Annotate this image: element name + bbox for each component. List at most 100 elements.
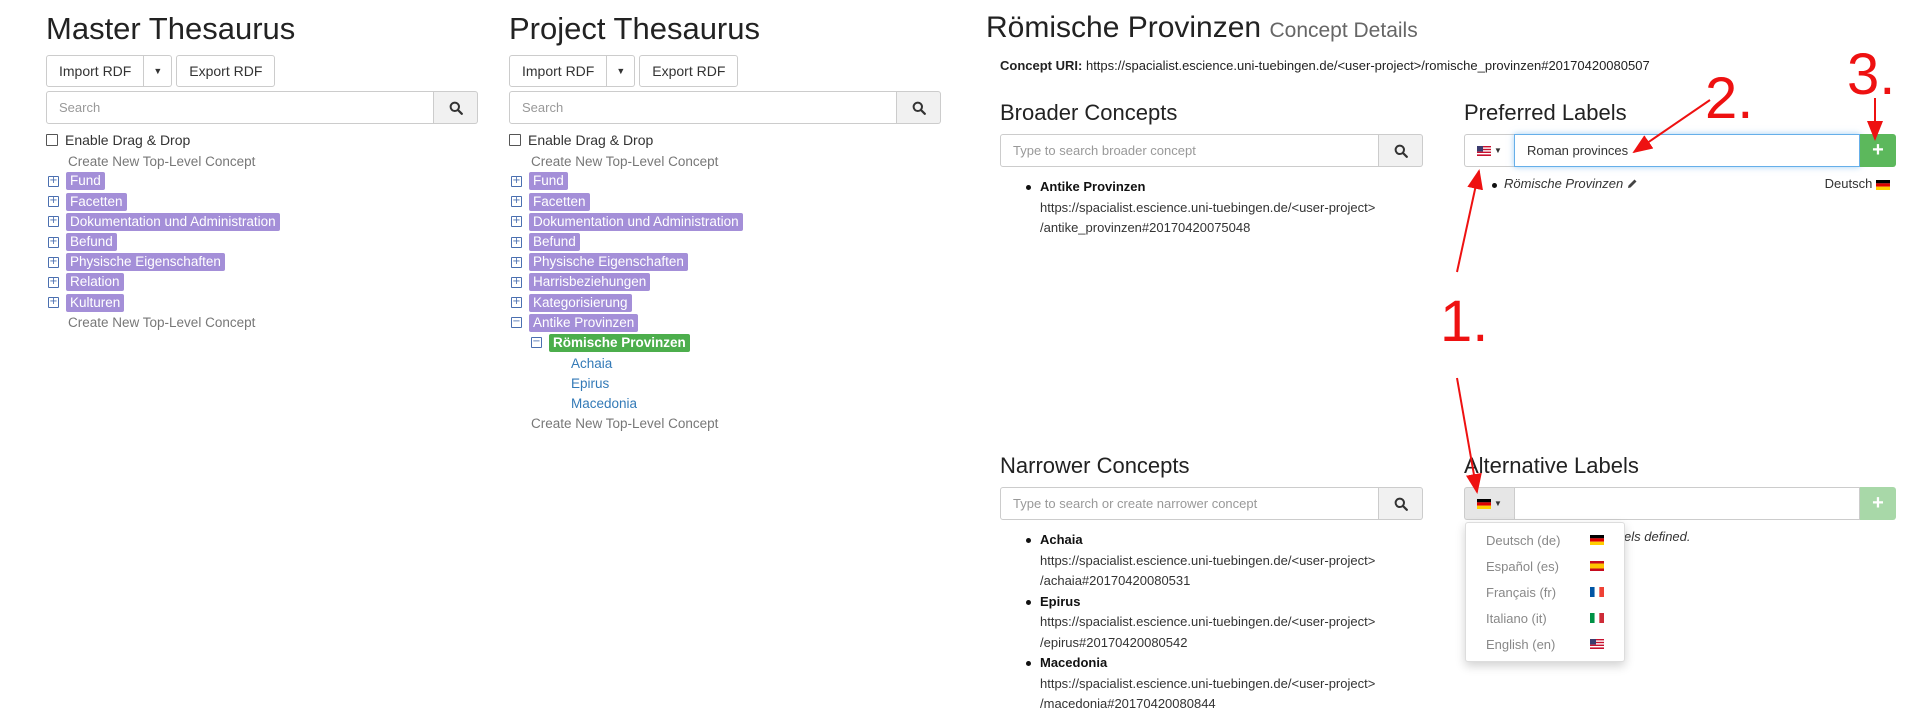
- master-search-button[interactable]: [434, 91, 478, 125]
- preferred-label-text[interactable]: Römische Provinzen: [1490, 176, 1638, 191]
- tree-node[interactable]: + Dokumentation und Administration: [509, 212, 941, 232]
- language-option-fr[interactable]: Français (fr): [1466, 579, 1624, 605]
- broader-item-name[interactable]: Antike Provinzen: [1040, 177, 1423, 198]
- selected-node-label[interactable]: Römische Provinzen: [549, 333, 690, 352]
- tree-node[interactable]: + Befund: [46, 232, 478, 252]
- master-drag-drop-checkbox[interactable]: [46, 134, 58, 147]
- tree-node[interactable]: + Fund: [509, 171, 941, 191]
- tree-leaf[interactable]: Achaia: [509, 353, 941, 373]
- tree-node[interactable]: + Harrisbeziehungen: [509, 272, 941, 292]
- expand-plus-icon[interactable]: +: [511, 216, 522, 228]
- expand-plus-icon[interactable]: +: [48, 236, 59, 248]
- expand-plus-icon[interactable]: +: [48, 196, 59, 208]
- master-tree: Create New Top-Level Concept + Fund + Face…: [46, 151, 478, 333]
- pencil-icon[interactable]: [1627, 178, 1638, 189]
- tree-leaf-label[interactable]: Epirus: [571, 376, 609, 391]
- expand-plus-icon[interactable]: +: [48, 297, 59, 309]
- tree-node-selected[interactable]: − Römische Provinzen: [509, 333, 941, 353]
- expand-plus-icon[interactable]: +: [48, 276, 59, 288]
- tree-node-label[interactable]: Dokumentation und Administration: [66, 212, 280, 231]
- list-item[interactable]: Antike Provinzen https://spacialist.esci…: [1000, 177, 1423, 239]
- list-item[interactable]: Achaia https://spacialist.escience.uni-t…: [1000, 530, 1423, 592]
- collapse-minus-icon[interactable]: −: [511, 317, 522, 329]
- alternative-language-button[interactable]: ▼: [1464, 487, 1514, 521]
- expand-plus-icon[interactable]: +: [511, 276, 522, 288]
- tree-node-label[interactable]: Physische Eigenschaften: [529, 253, 688, 272]
- narrower-search-button[interactable]: [1379, 487, 1423, 521]
- language-option-es[interactable]: Español (es): [1466, 553, 1624, 579]
- language-option-it[interactable]: Italiano (it): [1466, 605, 1624, 631]
- expand-plus-icon[interactable]: +: [511, 196, 522, 208]
- alternative-label-input[interactable]: [1514, 487, 1860, 521]
- tree-node-label[interactable]: Facetten: [529, 192, 590, 211]
- master-create-bottom-link[interactable]: Create New Top-Level Concept: [46, 315, 255, 330]
- project-import-dropdown-button[interactable]: ▼: [607, 55, 636, 88]
- master-export-button[interactable]: Export RDF: [176, 55, 276, 88]
- master-import-button[interactable]: Import RDF: [46, 55, 145, 88]
- expand-plus-icon[interactable]: +: [48, 175, 59, 187]
- narrower-item-name[interactable]: Epirus: [1040, 592, 1423, 613]
- tree-node-label[interactable]: Befund: [66, 233, 117, 252]
- master-drag-drop[interactable]: Enable Drag & Drop: [46, 131, 478, 149]
- tree-leaf[interactable]: Epirus: [509, 373, 941, 393]
- tree-node-label[interactable]: Physische Eigenschaften: [66, 253, 225, 272]
- preferred-add-button[interactable]: +: [1860, 134, 1896, 168]
- expand-plus-icon[interactable]: +: [48, 256, 59, 268]
- tree-leaf-label[interactable]: Macedonia: [571, 396, 637, 411]
- project-search-input[interactable]: [509, 91, 897, 125]
- project-drag-drop-checkbox[interactable]: [509, 134, 521, 147]
- broader-title: Broader Concepts: [1000, 100, 1178, 125]
- alternative-add-button[interactable]: +: [1860, 487, 1896, 521]
- tree-node[interactable]: + Kulturen: [46, 293, 478, 313]
- expand-plus-icon[interactable]: +: [511, 297, 522, 309]
- project-drag-drop[interactable]: Enable Drag & Drop: [509, 131, 941, 149]
- narrower-search-input[interactable]: [1000, 487, 1379, 521]
- master-import-dropdown-button[interactable]: ▼: [144, 55, 173, 88]
- preferred-label-input[interactable]: [1514, 134, 1860, 168]
- tree-node-label[interactable]: Kulturen: [66, 293, 125, 312]
- preferred-language-button[interactable]: ▼: [1464, 134, 1514, 168]
- broader-search-input[interactable]: [1000, 134, 1379, 168]
- tree-node[interactable]: + Facetten: [509, 192, 941, 212]
- tree-node[interactable]: + Physische Eigenschaften: [509, 252, 941, 272]
- tree-node[interactable]: + Dokumentation und Administration: [46, 212, 478, 232]
- list-item[interactable]: Macedonia https://spacialist.escience.un…: [1000, 653, 1423, 715]
- expand-plus-icon[interactable]: +: [511, 175, 522, 187]
- project-create-top-link[interactable]: Create New Top-Level Concept: [509, 154, 718, 169]
- tree-node-label[interactable]: Befund: [529, 233, 580, 252]
- expand-plus-icon[interactable]: +: [511, 236, 522, 248]
- tree-node-label[interactable]: Dokumentation und Administration: [529, 212, 743, 231]
- tree-node-label[interactable]: Harrisbeziehungen: [529, 273, 651, 292]
- broader-search-button[interactable]: [1379, 134, 1423, 168]
- tree-node[interactable]: − Antike Provinzen: [509, 313, 941, 333]
- narrower-item-name[interactable]: Macedonia: [1040, 653, 1423, 674]
- tree-node[interactable]: + Fund: [46, 171, 478, 191]
- project-import-button[interactable]: Import RDF: [509, 55, 608, 88]
- project-export-button[interactable]: Export RDF: [639, 55, 739, 88]
- project-create-bottom-link[interactable]: Create New Top-Level Concept: [509, 416, 718, 431]
- tree-node[interactable]: + Befund: [509, 232, 941, 252]
- expand-plus-icon[interactable]: +: [511, 256, 522, 268]
- list-item[interactable]: Epirus https://spacialist.escience.uni-t…: [1000, 592, 1423, 654]
- tree-node[interactable]: + Physische Eigenschaften: [46, 252, 478, 272]
- language-option-de[interactable]: Deutsch (de): [1466, 527, 1624, 553]
- tree-node[interactable]: + Kategorisierung: [509, 293, 941, 313]
- project-search-button[interactable]: [897, 91, 941, 125]
- tree-node[interactable]: + Relation: [46, 272, 478, 292]
- tree-leaf-label[interactable]: Achaia: [571, 356, 612, 371]
- tree-node-label[interactable]: Fund: [66, 172, 105, 191]
- tree-node-label[interactable]: Fund: [529, 172, 568, 191]
- tree-node-label[interactable]: Antike Provinzen: [529, 313, 639, 332]
- tree-leaf[interactable]: Macedonia: [509, 393, 941, 413]
- concept-name: Römische Provinzen: [986, 11, 1262, 44]
- tree-node-label[interactable]: Kategorisierung: [529, 293, 632, 312]
- master-search-input[interactable]: [46, 91, 434, 125]
- narrower-item-name[interactable]: Achaia: [1040, 530, 1423, 551]
- language-option-en[interactable]: English (en): [1466, 631, 1624, 657]
- expand-plus-icon[interactable]: +: [48, 216, 59, 228]
- tree-node-label[interactable]: Relation: [66, 273, 124, 292]
- master-create-top-link[interactable]: Create New Top-Level Concept: [46, 154, 255, 169]
- tree-node[interactable]: + Facetten: [46, 192, 478, 212]
- collapse-minus-icon[interactable]: −: [531, 337, 542, 349]
- tree-node-label[interactable]: Facetten: [66, 192, 127, 211]
